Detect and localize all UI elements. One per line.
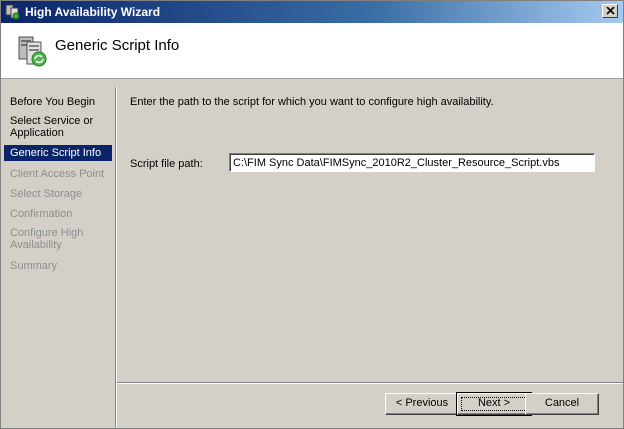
close-button[interactable]: [602, 4, 618, 18]
sidebar-item-confirmation: Confirmation: [10, 208, 73, 220]
script-path-label: Script file path:: [130, 158, 203, 170]
sidebar-item-select-service[interactable]: Select Service or Application: [4, 113, 112, 141]
sidebar-item-before-you-begin[interactable]: Before You Begin: [4, 94, 112, 110]
close-icon: [606, 7, 615, 15]
next-button[interactable]: Next >: [456, 392, 532, 416]
wizard-window: High Availability Wizard Generic Script …: [0, 0, 624, 429]
instruction-text: Enter the path to the script for which y…: [130, 96, 494, 108]
sidebar-item-generic-script-info[interactable]: Generic Script Info: [4, 145, 112, 161]
wizard-steps-sidebar: Before You Begin Select Service or Appli…: [4, 87, 114, 425]
wizard-content: Enter the path to the script for which y…: [117, 87, 623, 383]
window-title: High Availability Wizard: [25, 5, 161, 19]
wizard-header: Generic Script Info: [1, 23, 623, 79]
title-bar[interactable]: High Availability Wizard: [1, 1, 623, 23]
script-path-input[interactable]: [229, 153, 595, 172]
button-bar-divider: [117, 382, 623, 383]
sidebar-divider: [115, 87, 116, 427]
wizard-app-icon: [5, 4, 21, 20]
cluster-wizard-icon: [15, 33, 51, 69]
sidebar-item-configure-high-availability: Configure High Availability: [10, 227, 84, 251]
page-title: Generic Script Info: [55, 37, 180, 54]
sidebar-item-select-storage: Select Storage: [10, 188, 83, 200]
sidebar-item-client-access-point: Client Access Point: [10, 168, 105, 180]
cancel-button[interactable]: Cancel: [525, 393, 599, 415]
previous-button[interactable]: < Previous: [385, 393, 459, 415]
sidebar-item-summary: Summary: [10, 260, 58, 272]
